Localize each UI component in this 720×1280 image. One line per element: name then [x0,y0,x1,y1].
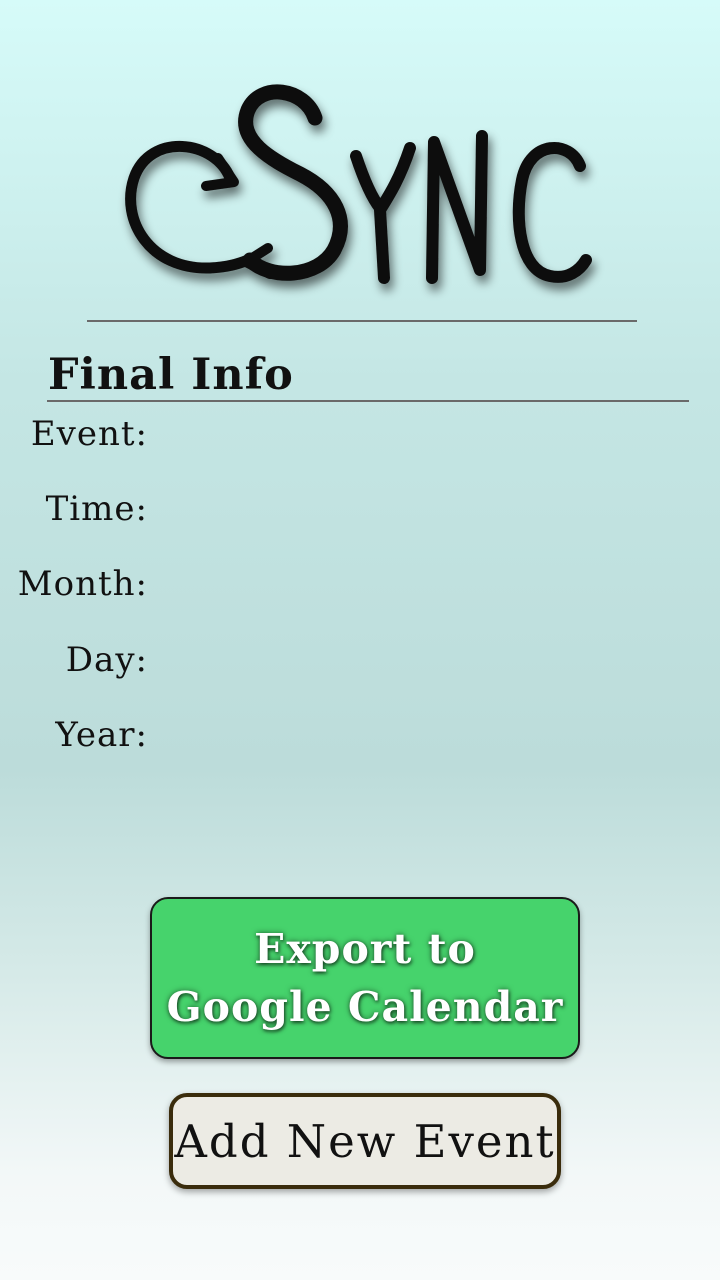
field-row-year: Year: [0,712,700,758]
add-button-label: Add New Event [174,1114,556,1168]
year-label: Year: [55,715,148,755]
export-to-google-calendar-button[interactable]: Export to Google Calendar [150,897,580,1059]
sync-logo-icon [125,84,592,284]
time-label: Time: [45,489,148,529]
section-divider [47,400,689,402]
section-title: Final Info [48,350,294,400]
csync-logo [110,70,610,310]
add-new-event-button[interactable]: Add New Event [169,1093,561,1189]
day-label: Day: [65,640,148,680]
field-row-event: Event: [0,411,700,457]
field-row-day: Day: [0,637,700,683]
month-label: Month: [17,564,148,604]
event-label: Event: [30,414,148,454]
field-row-time: Time: [0,486,700,532]
logo-divider [87,320,637,322]
field-row-month: Month: [0,561,700,607]
export-button-label: Export to Google Calendar [166,925,564,1031]
